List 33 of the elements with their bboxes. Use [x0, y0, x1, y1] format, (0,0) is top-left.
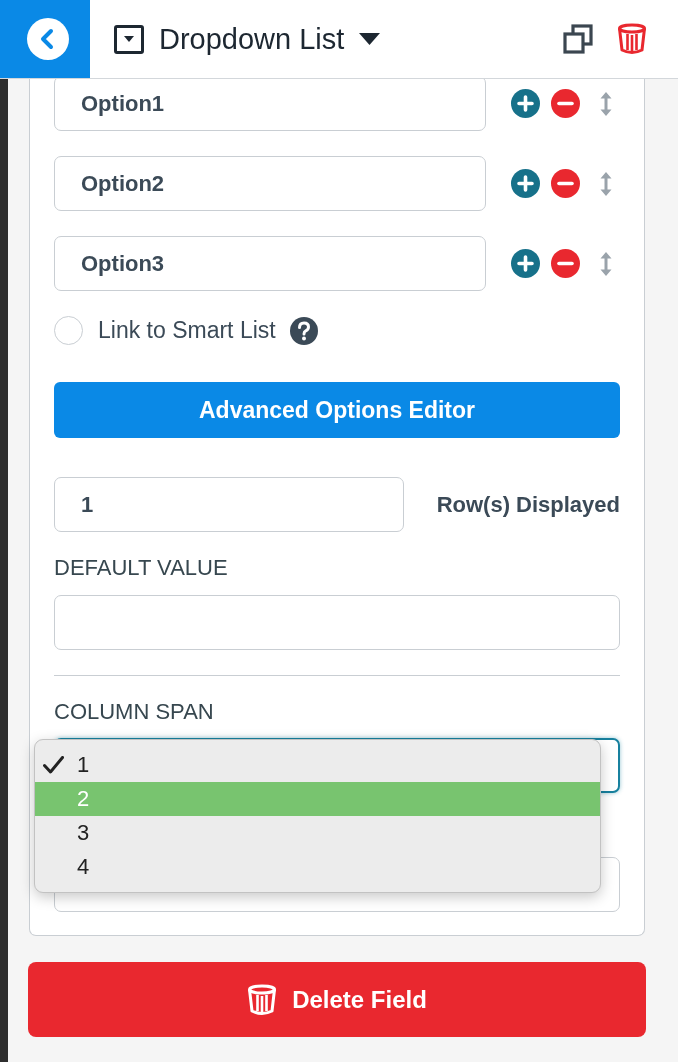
trash-icon [247, 983, 278, 1016]
up-down-arrow-icon[interactable] [600, 251, 612, 276]
dropdown-icon [114, 24, 144, 54]
copy-icon[interactable] [563, 24, 593, 54]
minus-circle-icon[interactable] [551, 89, 580, 118]
minus-circle-icon[interactable] [551, 169, 580, 198]
plus-circle-icon[interactable] [511, 169, 540, 198]
minus-circle-icon[interactable] [551, 249, 580, 278]
menu-item[interactable]: 4 [35, 850, 600, 884]
advanced-options-button[interactable]: Advanced Options Editor [54, 382, 620, 438]
radio-button[interactable] [54, 316, 83, 345]
help-icon[interactable] [289, 316, 318, 345]
column-span-label: COLUMN SPAN [54, 699, 215, 725]
up-down-arrow-icon[interactable] [600, 171, 612, 196]
default-value-label: DEFAULT VALUE [54, 555, 229, 581]
back-icon [27, 18, 69, 60]
menu-item[interactable]: 3 [35, 816, 600, 850]
rows-input-field[interactable]: 1 [54, 477, 404, 532]
plus-circle-icon[interactable] [511, 89, 540, 118]
text-field[interactable]: Option2 [54, 156, 486, 211]
smart-list-label: Link to Smart List [98, 317, 276, 344]
caret-icon [359, 33, 381, 45]
menu-item[interactable]: 1 [35, 748, 600, 782]
text-field[interactable]: Option3 [54, 236, 486, 291]
plus-circle-icon[interactable] [511, 249, 540, 278]
text-field[interactable]: Option1 [54, 76, 486, 131]
back-button[interactable] [0, 0, 90, 78]
up-down-arrow-icon[interactable] [600, 91, 612, 116]
trash-icon[interactable] [617, 23, 647, 55]
delete-field-button[interactable]: Delete Field [28, 962, 646, 1037]
field-type-button[interactable]: Dropdown List [114, 22, 381, 56]
input-field[interactable] [54, 595, 620, 650]
rows-displayed-label: Row(s) Displayed [436, 491, 620, 518]
